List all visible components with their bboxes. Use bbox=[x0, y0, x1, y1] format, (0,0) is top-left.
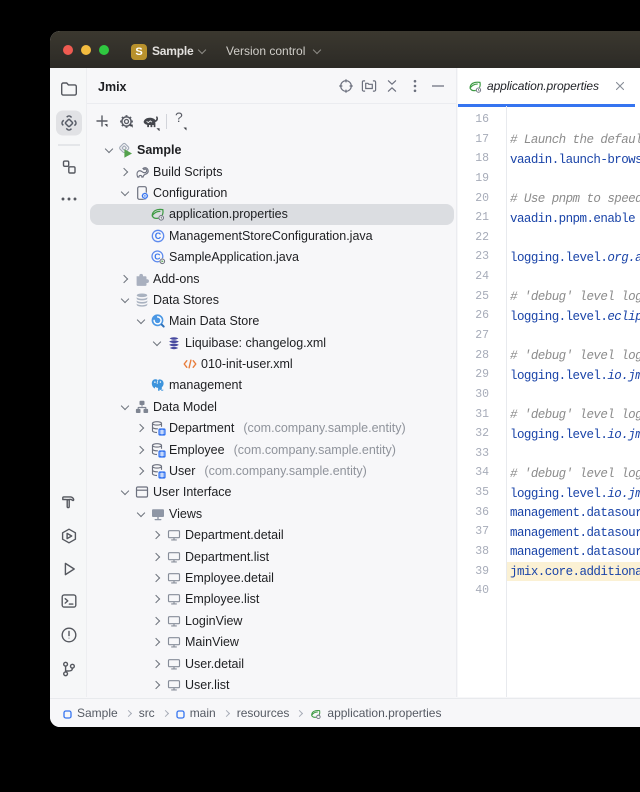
svg-text:C: C bbox=[155, 231, 162, 241]
svg-text:C: C bbox=[154, 252, 160, 262]
